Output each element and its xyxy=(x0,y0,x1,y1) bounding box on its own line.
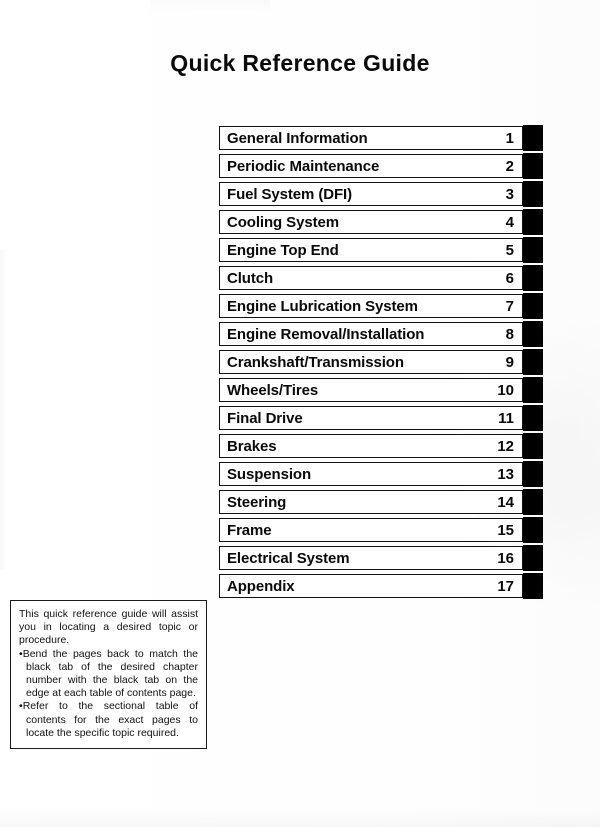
chapter-black-tab xyxy=(523,433,543,459)
chapter-black-tab xyxy=(523,125,543,151)
chapter-row[interactable]: Periodic Maintenance 2 xyxy=(219,153,543,179)
chapter-label: Final Drive xyxy=(227,409,303,427)
chapter-black-tab xyxy=(523,209,543,235)
chapter-row[interactable]: Crankshaft/Transmission 9 xyxy=(219,349,543,375)
chapter-number: 12 xyxy=(497,437,514,455)
chapter-entry-3[interactable]: Fuel System (DFI) 3 xyxy=(219,182,523,206)
chapter-label: General Information xyxy=(227,129,368,147)
chapter-label: Crankshaft/Transmission xyxy=(227,353,404,371)
chapter-number: 10 xyxy=(497,381,514,399)
chapter-label: Electrical System xyxy=(227,549,350,567)
chapter-entry-6[interactable]: Clutch 6 xyxy=(219,266,523,290)
chapter-black-tab xyxy=(523,489,543,515)
chapter-number: 7 xyxy=(505,297,514,315)
chapter-label: Engine Lubrication System xyxy=(227,297,418,315)
chapter-label: Periodic Maintenance xyxy=(227,157,380,175)
chapter-number: 4 xyxy=(505,213,514,231)
chapter-black-tab xyxy=(523,153,543,179)
chapter-black-tab xyxy=(523,181,543,207)
scan-artifact-top xyxy=(150,0,270,14)
chapter-label: Clutch xyxy=(227,269,274,287)
chapter-number: 16 xyxy=(497,549,514,567)
note-intro-text: This quick reference guide will assist y… xyxy=(19,608,198,647)
chapter-row[interactable]: Engine Removal/Installation 8 xyxy=(219,321,543,347)
chapter-row[interactable]: Steering 14 xyxy=(219,489,543,515)
scan-artifact-left xyxy=(0,250,8,570)
chapter-entry-17[interactable]: Appendix 17 xyxy=(219,574,523,598)
chapter-entry-2[interactable]: Periodic Maintenance 2 xyxy=(219,154,523,178)
chapter-list: General Information 1 Periodic Maintenance… xyxy=(219,125,543,602)
chapter-row[interactable]: Frame 15 xyxy=(219,517,543,543)
chapter-label: Engine Removal/Installation xyxy=(227,325,425,343)
chapter-entry-4[interactable]: Cooling System 4 xyxy=(219,210,523,234)
chapter-black-tab xyxy=(523,265,543,291)
chapter-entry-14[interactable]: Steering 14 xyxy=(219,490,523,514)
chapter-label: Appendix xyxy=(227,577,295,595)
chapter-black-tab xyxy=(523,377,543,403)
chapter-number: 11 xyxy=(498,409,514,427)
chapter-black-tab xyxy=(523,461,543,487)
chapter-number: 3 xyxy=(505,185,514,203)
chapter-entry-15[interactable]: Frame 15 xyxy=(219,518,523,542)
chapter-label: Suspension xyxy=(227,465,312,483)
chapter-row[interactable]: Electrical System 16 xyxy=(219,545,543,571)
chapter-entry-12[interactable]: Brakes 12 xyxy=(219,434,523,458)
chapter-row[interactable]: Appendix 17 xyxy=(219,573,543,599)
chapter-entry-11[interactable]: Final Drive 11 xyxy=(219,406,523,430)
chapter-row[interactable]: Wheels/Tires 10 xyxy=(219,377,543,403)
chapter-entry-13[interactable]: Suspension 13 xyxy=(219,462,523,486)
chapter-black-tab xyxy=(523,349,543,375)
chapter-row[interactable]: Engine Top End 5 xyxy=(219,237,543,263)
chapter-entry-7[interactable]: Engine Lubrication System 7 xyxy=(219,294,523,318)
chapter-row[interactable]: Suspension 13 xyxy=(219,461,543,487)
note-bullet-item: •Bend the pages back to match the black … xyxy=(19,648,198,701)
chapter-label: Wheels/Tires xyxy=(227,381,319,399)
chapter-entry-8[interactable]: Engine Removal/Installation 8 xyxy=(219,322,523,346)
chapter-label: Fuel System (DFI) xyxy=(227,185,352,203)
note-bullet-item: •Refer to the sectional table of content… xyxy=(19,700,198,740)
chapter-black-tab xyxy=(523,293,543,319)
chapter-black-tab xyxy=(523,573,543,599)
chapter-row[interactable]: General Information 1 xyxy=(219,125,543,151)
chapter-label: Frame xyxy=(227,521,272,539)
chapter-black-tab xyxy=(523,405,543,431)
chapter-entry-10[interactable]: Wheels/Tires 10 xyxy=(219,378,523,402)
page-title: Quick Reference Guide xyxy=(170,50,430,76)
chapter-black-tab xyxy=(523,237,543,263)
note-bullet-text: Refer to the sectional table of contents… xyxy=(22,700,198,739)
chapter-black-tab xyxy=(523,517,543,543)
chapter-number: 13 xyxy=(497,465,514,483)
chapter-label: Steering xyxy=(227,493,287,511)
chapter-label: Brakes xyxy=(227,437,277,455)
chapter-number: 8 xyxy=(505,325,514,343)
chapter-number: 17 xyxy=(497,577,514,595)
chapter-number: 5 xyxy=(505,241,514,259)
scan-artifact-bottom xyxy=(0,809,600,827)
chapter-entry-9[interactable]: Crankshaft/Transmission 9 xyxy=(219,350,523,374)
chapter-label: Engine Top End xyxy=(227,241,339,259)
chapter-entry-16[interactable]: Electrical System 16 xyxy=(219,546,523,570)
chapter-number: 14 xyxy=(497,493,514,511)
chapter-row[interactable]: Engine Lubrication System 7 xyxy=(219,293,543,319)
chapter-row[interactable]: Cooling System 4 xyxy=(219,209,543,235)
chapter-row[interactable]: Clutch 6 xyxy=(219,265,543,291)
chapter-entry-1[interactable]: General Information 1 xyxy=(219,126,523,150)
chapter-number: 15 xyxy=(497,521,514,539)
chapter-number: 2 xyxy=(505,157,514,175)
chapter-row[interactable]: Fuel System (DFI) 3 xyxy=(219,181,543,207)
chapter-entry-5[interactable]: Engine Top End 5 xyxy=(219,238,523,262)
chapter-number: 9 xyxy=(505,353,514,371)
note-bullet-text: Bend the pages back to match the black t… xyxy=(22,647,198,700)
chapter-label: Cooling System xyxy=(227,213,339,231)
chapter-number: 6 xyxy=(505,269,514,287)
chapter-black-tab xyxy=(523,321,543,347)
chapter-row[interactable]: Final Drive 11 xyxy=(219,405,543,431)
usage-note-box: This quick reference guide will assist y… xyxy=(10,600,207,750)
chapter-black-tab xyxy=(523,545,543,571)
chapter-number: 1 xyxy=(505,129,514,147)
chapter-row[interactable]: Brakes 12 xyxy=(219,433,543,459)
